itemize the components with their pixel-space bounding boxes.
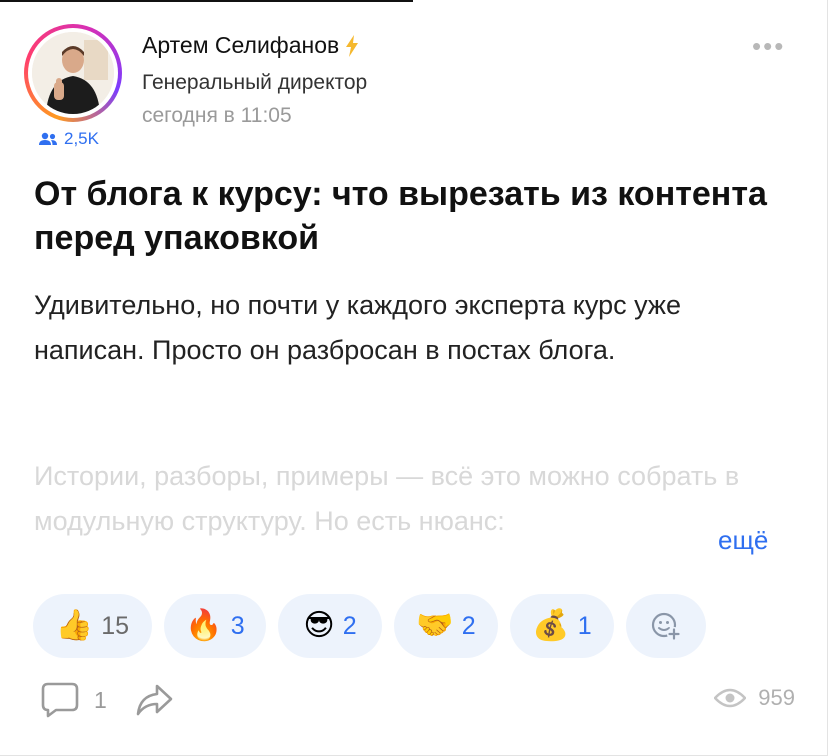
author-name[interactable]: Артем Селифанов (142, 32, 339, 59)
views-counter: 959 (714, 685, 795, 711)
reaction-handshake[interactable]: 🤝 2 (394, 594, 498, 658)
eye-icon (714, 688, 747, 708)
money-bag-icon: 💰 (532, 609, 570, 642)
author-role: Генеральный директор (142, 71, 368, 94)
add-reaction-button[interactable] (626, 594, 706, 658)
reaction-count: 2 (342, 611, 357, 640)
reaction-count: 3 (230, 611, 245, 640)
followers-value: 2,5K (64, 129, 99, 148)
reaction-fire[interactable]: 🔥 3 (164, 594, 266, 658)
avatar-photo (32, 32, 114, 114)
thumbs-up-icon: 👍 (55, 609, 94, 642)
comment-icon[interactable] (40, 681, 80, 719)
followers-count[interactable]: 2,5K (38, 129, 99, 149)
fire-icon: 🔥 (185, 609, 223, 642)
top-progress-bar (0, 0, 413, 2)
share-icon[interactable] (135, 683, 173, 717)
post-body: Удивительно, но почти у каждого эксперта… (34, 290, 681, 365)
avatar[interactable] (24, 24, 122, 122)
post-actions: 1 (40, 681, 173, 719)
reaction-money-bag[interactable]: 💰 1 (510, 594, 614, 658)
add-emoji-icon (651, 612, 681, 641)
post-title: От блога к курсу: что вырезать из контен… (34, 175, 767, 257)
more-dots-icon[interactable]: ••• (752, 33, 785, 59)
reaction-count: 15 (101, 611, 130, 640)
read-more-link[interactable]: ещё (718, 525, 768, 556)
author-name-row[interactable]: Артем Селифанов (142, 32, 359, 59)
reaction-cool-face[interactable]: 😎 2 (278, 594, 382, 658)
comments-count: 1 (94, 686, 107, 713)
lightning-icon (346, 34, 359, 57)
post-body-faded: Истории, разборы, примеры — всё это можн… (34, 461, 740, 536)
post-time: сегодня в 11:05 (142, 104, 292, 127)
reactions-bar: 👍 15 🔥 3 😎 2 🤝 2 💰 1 (33, 594, 706, 658)
users-icon (39, 132, 57, 145)
handshake-icon: 🤝 (416, 609, 454, 642)
reaction-count: 1 (577, 611, 592, 640)
reaction-thumbs-up[interactable]: 👍 15 (33, 594, 152, 658)
cool-face-icon: 😎 (303, 609, 335, 642)
views-count: 959 (758, 685, 795, 710)
reaction-count: 2 (461, 611, 476, 640)
